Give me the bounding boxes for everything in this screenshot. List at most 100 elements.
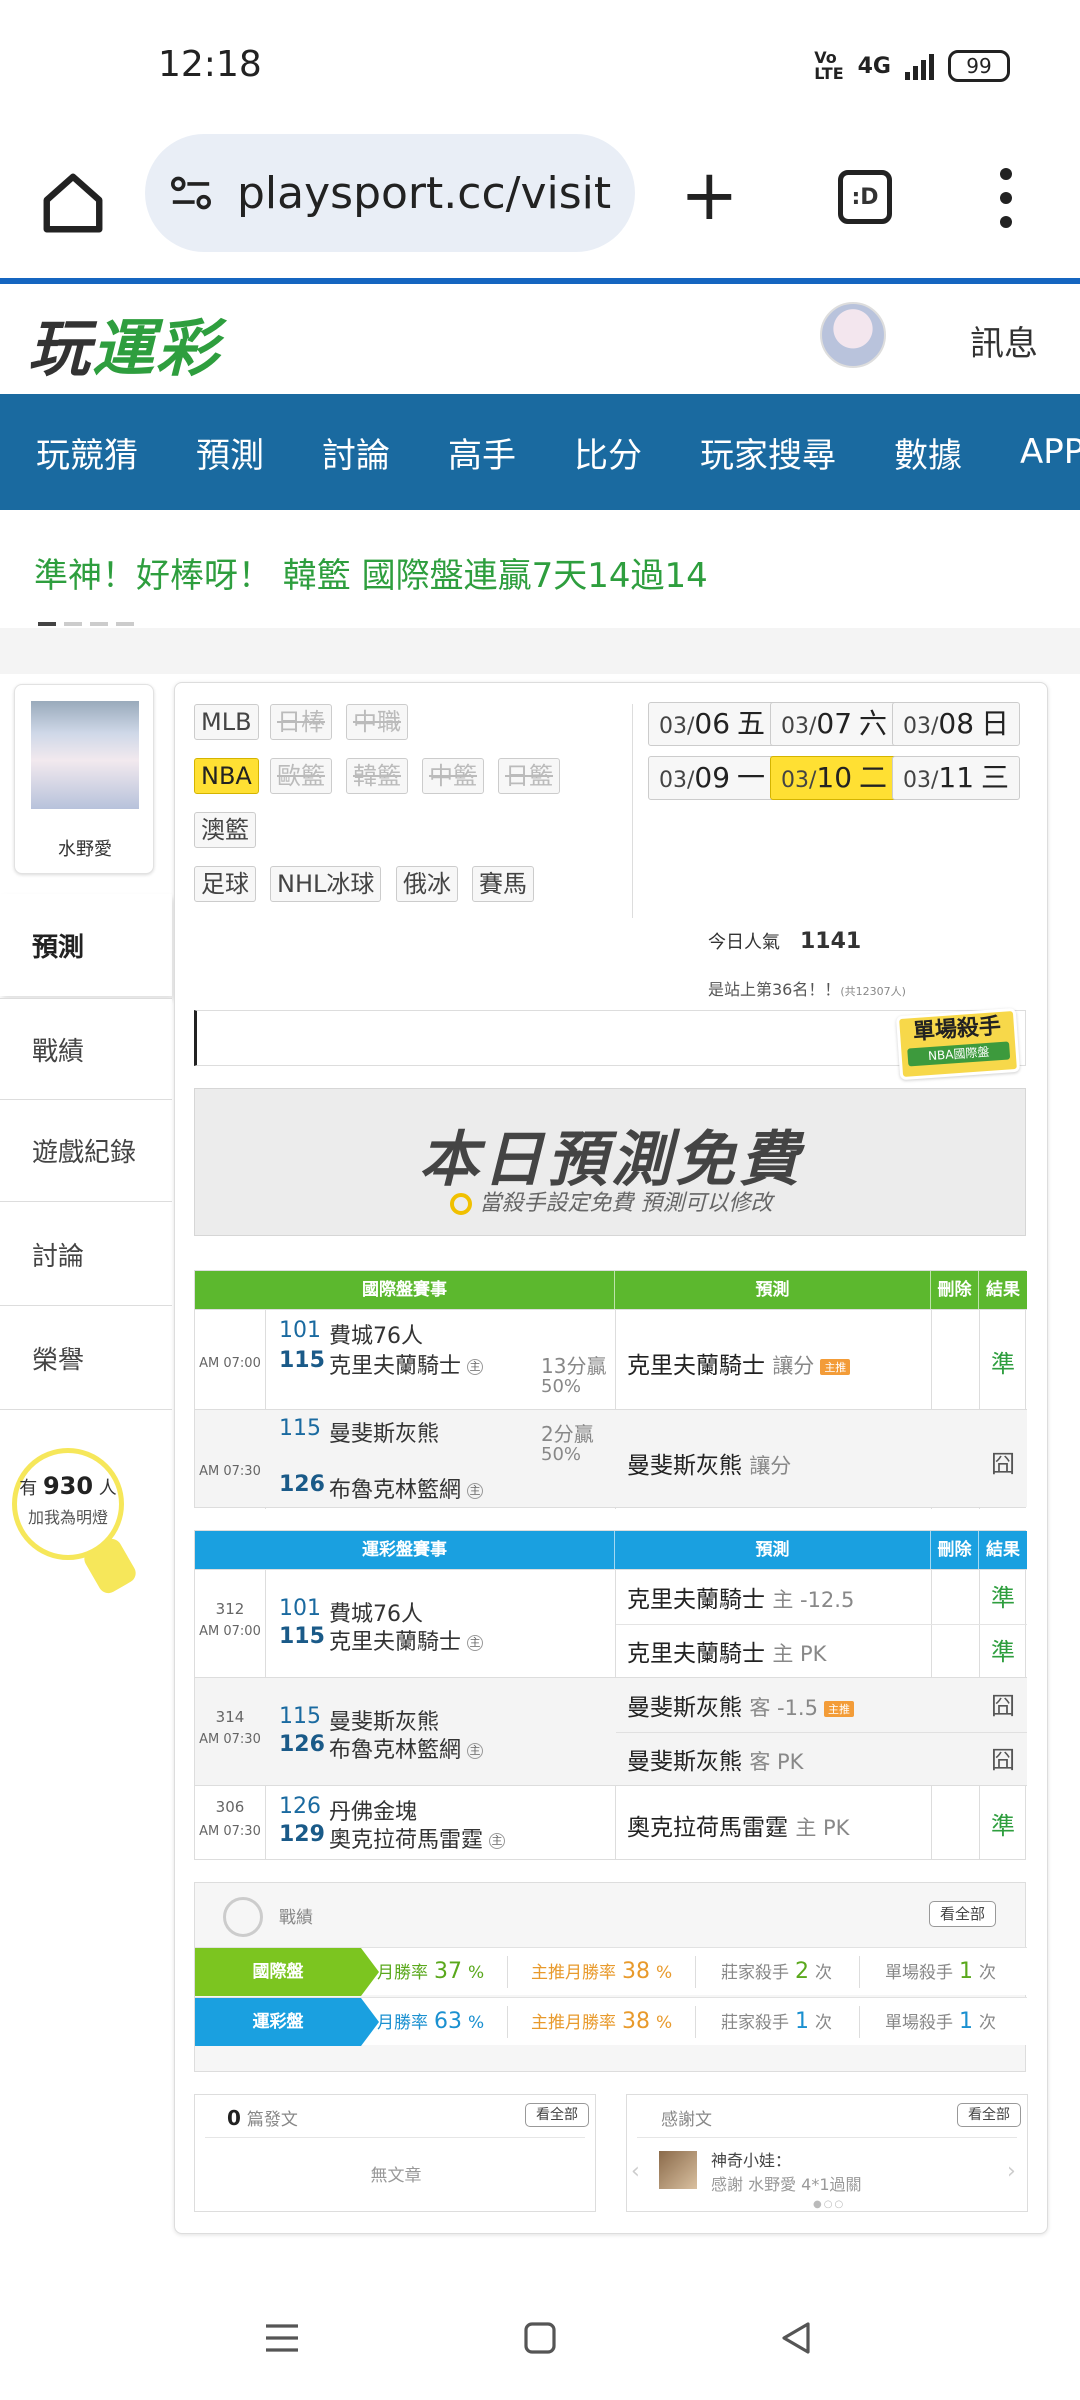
thanks-title: 感謝文	[661, 2110, 712, 2130]
no-posts-text: 無文章	[370, 2166, 422, 2186]
fan-cta: 加我為明燈	[27, 1508, 108, 1527]
nav-item[interactable]: 數據	[894, 428, 962, 477]
chevron-right-icon[interactable]: ›	[1007, 2159, 1016, 2184]
sidebar-item-discussion[interactable]: 討論	[0, 1204, 172, 1306]
site-logo[interactable]: 玩運彩	[28, 298, 220, 388]
date-tab-selected[interactable]: 03/10 二	[770, 756, 899, 800]
col-result: 結果	[986, 1280, 1020, 1300]
status-icons: Vo LTE 4G 99	[814, 50, 1010, 82]
col-delete: 刪除	[931, 1531, 979, 1569]
ticker-pager	[38, 622, 134, 626]
date-tab[interactable]: 03/09 一	[648, 756, 777, 800]
table-row: AM 07:00 101 費城76人 115 克里夫蘭騎士主 13分贏 50% …	[195, 1309, 1027, 1409]
system-nav-bar	[0, 2280, 1080, 2400]
record-row-intl[interactable]: 國際盤 月勝率 37% 主推月勝率 38% 莊家殺手 2 次 單場殺手 1 次	[195, 1947, 1027, 1996]
posts-title: 0 篇發文	[227, 2106, 298, 2130]
popularity-rank: 是站上第36名！！(共12307人)	[708, 980, 906, 999]
league-tag-kbl: 韓籃	[346, 758, 408, 794]
target-icon	[223, 1897, 263, 1937]
league-tag-cba: 中籃	[422, 758, 484, 794]
posts-box: 0 篇發文 看全部 無文章	[194, 2094, 596, 2212]
fan-lightbulb[interactable]: 有 930 人 加我為明燈	[12, 1448, 140, 1598]
home-nav-icon[interactable]	[520, 2318, 560, 2358]
date-tab[interactable]: 03/08 日	[892, 702, 1021, 746]
view-all-posts-button[interactable]: 看全部	[525, 2103, 589, 2127]
league-tag-npb: 日棒	[270, 704, 332, 740]
back-icon[interactable]	[776, 2318, 816, 2358]
nav-item[interactable]: APP	[1020, 432, 1080, 472]
league-tag-nhl[interactable]: NHL冰球	[270, 866, 382, 902]
sidebar-item-game-log[interactable]: 遊戲紀錄	[0, 1100, 172, 1202]
site-header: 玩運彩 訊息	[0, 284, 1080, 394]
news-ticker[interactable]: 準神！好棒呀！ 韓籃 國際盤連贏7天14過14	[34, 548, 708, 597]
volte-icon: Vo LTE	[814, 48, 844, 83]
sidebar-item-honor[interactable]: 榮譽	[0, 1308, 172, 1410]
intl-prediction-table: 國際盤賽事 預測 刪除 結果 AM 07:00 101 費城76人 115 克里…	[194, 1270, 1027, 1509]
table-row: 306 AM 07:30 126 丹佛金塊 129 奧克拉荷馬雷霆主 奧克拉荷馬…	[195, 1785, 1027, 1859]
more-options-icon[interactable]	[1000, 168, 1016, 240]
league-tag-mlb[interactable]: MLB	[194, 704, 259, 740]
col-game: 國際盤賽事	[195, 1271, 615, 1309]
thanks-text[interactable]: 感謝 水野愛 4*1過關	[711, 2171, 862, 2195]
sidebar-item-record[interactable]: 戰績	[0, 998, 172, 1100]
single-game-killer-badge: 單場殺手 NBA國際盤	[895, 1007, 1021, 1081]
col-game: 運彩盤賽事	[195, 1531, 615, 1569]
status-bar: 12:18 Vo LTE 4G 99	[0, 0, 1080, 130]
local-prediction-table: 運彩盤賽事 預測 刪除 結果 312 AM 07:00 101 費城76人 11…	[194, 1530, 1027, 1860]
league-tag-horse[interactable]: 賽馬	[472, 866, 534, 902]
record-title: 戰績	[279, 1908, 313, 1928]
date-tab[interactable]: 03/06 五	[648, 702, 777, 746]
date-tab[interactable]: 03/07 六	[770, 702, 899, 746]
nav-item[interactable]: 比分	[574, 428, 642, 477]
record-row-local[interactable]: 運彩盤 月勝率 63% 主推月勝率 38% 莊家殺手 1 次 單場殺手 1 次	[195, 1997, 1027, 2046]
free-prediction-banner: 本日預測免費 當殺手設定免費 預測可以修改	[194, 1088, 1026, 1236]
league-tag-nbl[interactable]: 澳籃	[194, 812, 256, 848]
divider	[632, 704, 633, 918]
address-bar[interactable]: playsport.cc/visit	[145, 134, 635, 252]
new-tab-icon[interactable]: +	[680, 160, 739, 230]
signal-icon	[905, 52, 934, 80]
profile-name: 水野愛	[58, 839, 112, 860]
tab-switcher-button[interactable]: :D	[838, 170, 892, 224]
fan-count: 有 930 人	[19, 1472, 117, 1500]
home-icon[interactable]	[38, 168, 108, 238]
user-avatar[interactable]	[820, 302, 886, 368]
league-tag-soccer[interactable]: 足球	[194, 866, 256, 902]
profile-picture	[31, 701, 139, 809]
browser-toolbar: playsport.cc/visit + :D	[0, 130, 1080, 280]
battery-icon: 99	[948, 50, 1010, 82]
chevron-left-icon[interactable]: ‹	[631, 2159, 640, 2184]
view-all-thanks-button[interactable]: 看全部	[957, 2103, 1021, 2127]
sidebar-item-prediction[interactable]: 預測	[0, 894, 172, 996]
profile-card[interactable]: 水野愛	[14, 684, 154, 874]
network-label: 4G	[857, 53, 891, 79]
league-tag-khl[interactable]: 俄冰	[396, 866, 458, 902]
thanks-user: 神奇小娃：	[711, 2151, 792, 2170]
site-settings-icon[interactable]	[169, 173, 213, 213]
league-tag-euro: 歐籃	[270, 758, 332, 794]
league-tag-jbl: 日籃	[498, 758, 560, 794]
nav-item[interactable]: 玩家搜尋	[700, 428, 836, 477]
nav-item[interactable]: 討論	[322, 428, 390, 477]
record-summary: 戰績 看全部 國際盤 月勝率 37% 主推月勝率 38% 莊家殺手 2 次 單場殺手 1 次…	[194, 1882, 1027, 2072]
recent-apps-icon[interactable]	[262, 2318, 302, 2358]
thanks-avatar	[659, 2151, 697, 2189]
nav-item[interactable]: 玩競猜	[36, 428, 138, 477]
carousel-dots: ●○○	[813, 2199, 846, 2210]
league-tag-nba[interactable]: NBA	[194, 758, 259, 794]
nav-item[interactable]: 高手	[448, 428, 516, 477]
thanks-box: 感謝文 看全部 ‹ 神奇小娃： 感謝 水野愛 4*1過關 › ●○○	[626, 2094, 1028, 2212]
result-miss: 囧	[991, 1450, 1015, 1478]
section-gap	[0, 628, 1080, 674]
view-all-record-button[interactable]: 看全部	[929, 1901, 997, 1927]
date-tab[interactable]: 03/11 三	[892, 756, 1021, 800]
table-row: 314 AM 07:30 115 曼斐斯灰熊 126 布魯克林籃網主 曼斐斯灰熊…	[195, 1677, 1027, 1785]
clock: 12:18	[158, 44, 262, 85]
nav-item[interactable]: 預測	[196, 428, 264, 477]
url-text: playsport.cc/visit	[237, 167, 612, 219]
lightbulb-icon	[449, 1193, 472, 1215]
result-hit: 準	[991, 1350, 1015, 1378]
table-row: 312 AM 07:00 101 費城76人 115 克里夫蘭騎士主 克里夫蘭騎…	[195, 1569, 1027, 1677]
message-link[interactable]: 訊息	[970, 316, 1038, 365]
main-nav: 玩競猜 預測 討論 高手 比分 玩家搜尋 數據 APP	[0, 394, 1080, 510]
